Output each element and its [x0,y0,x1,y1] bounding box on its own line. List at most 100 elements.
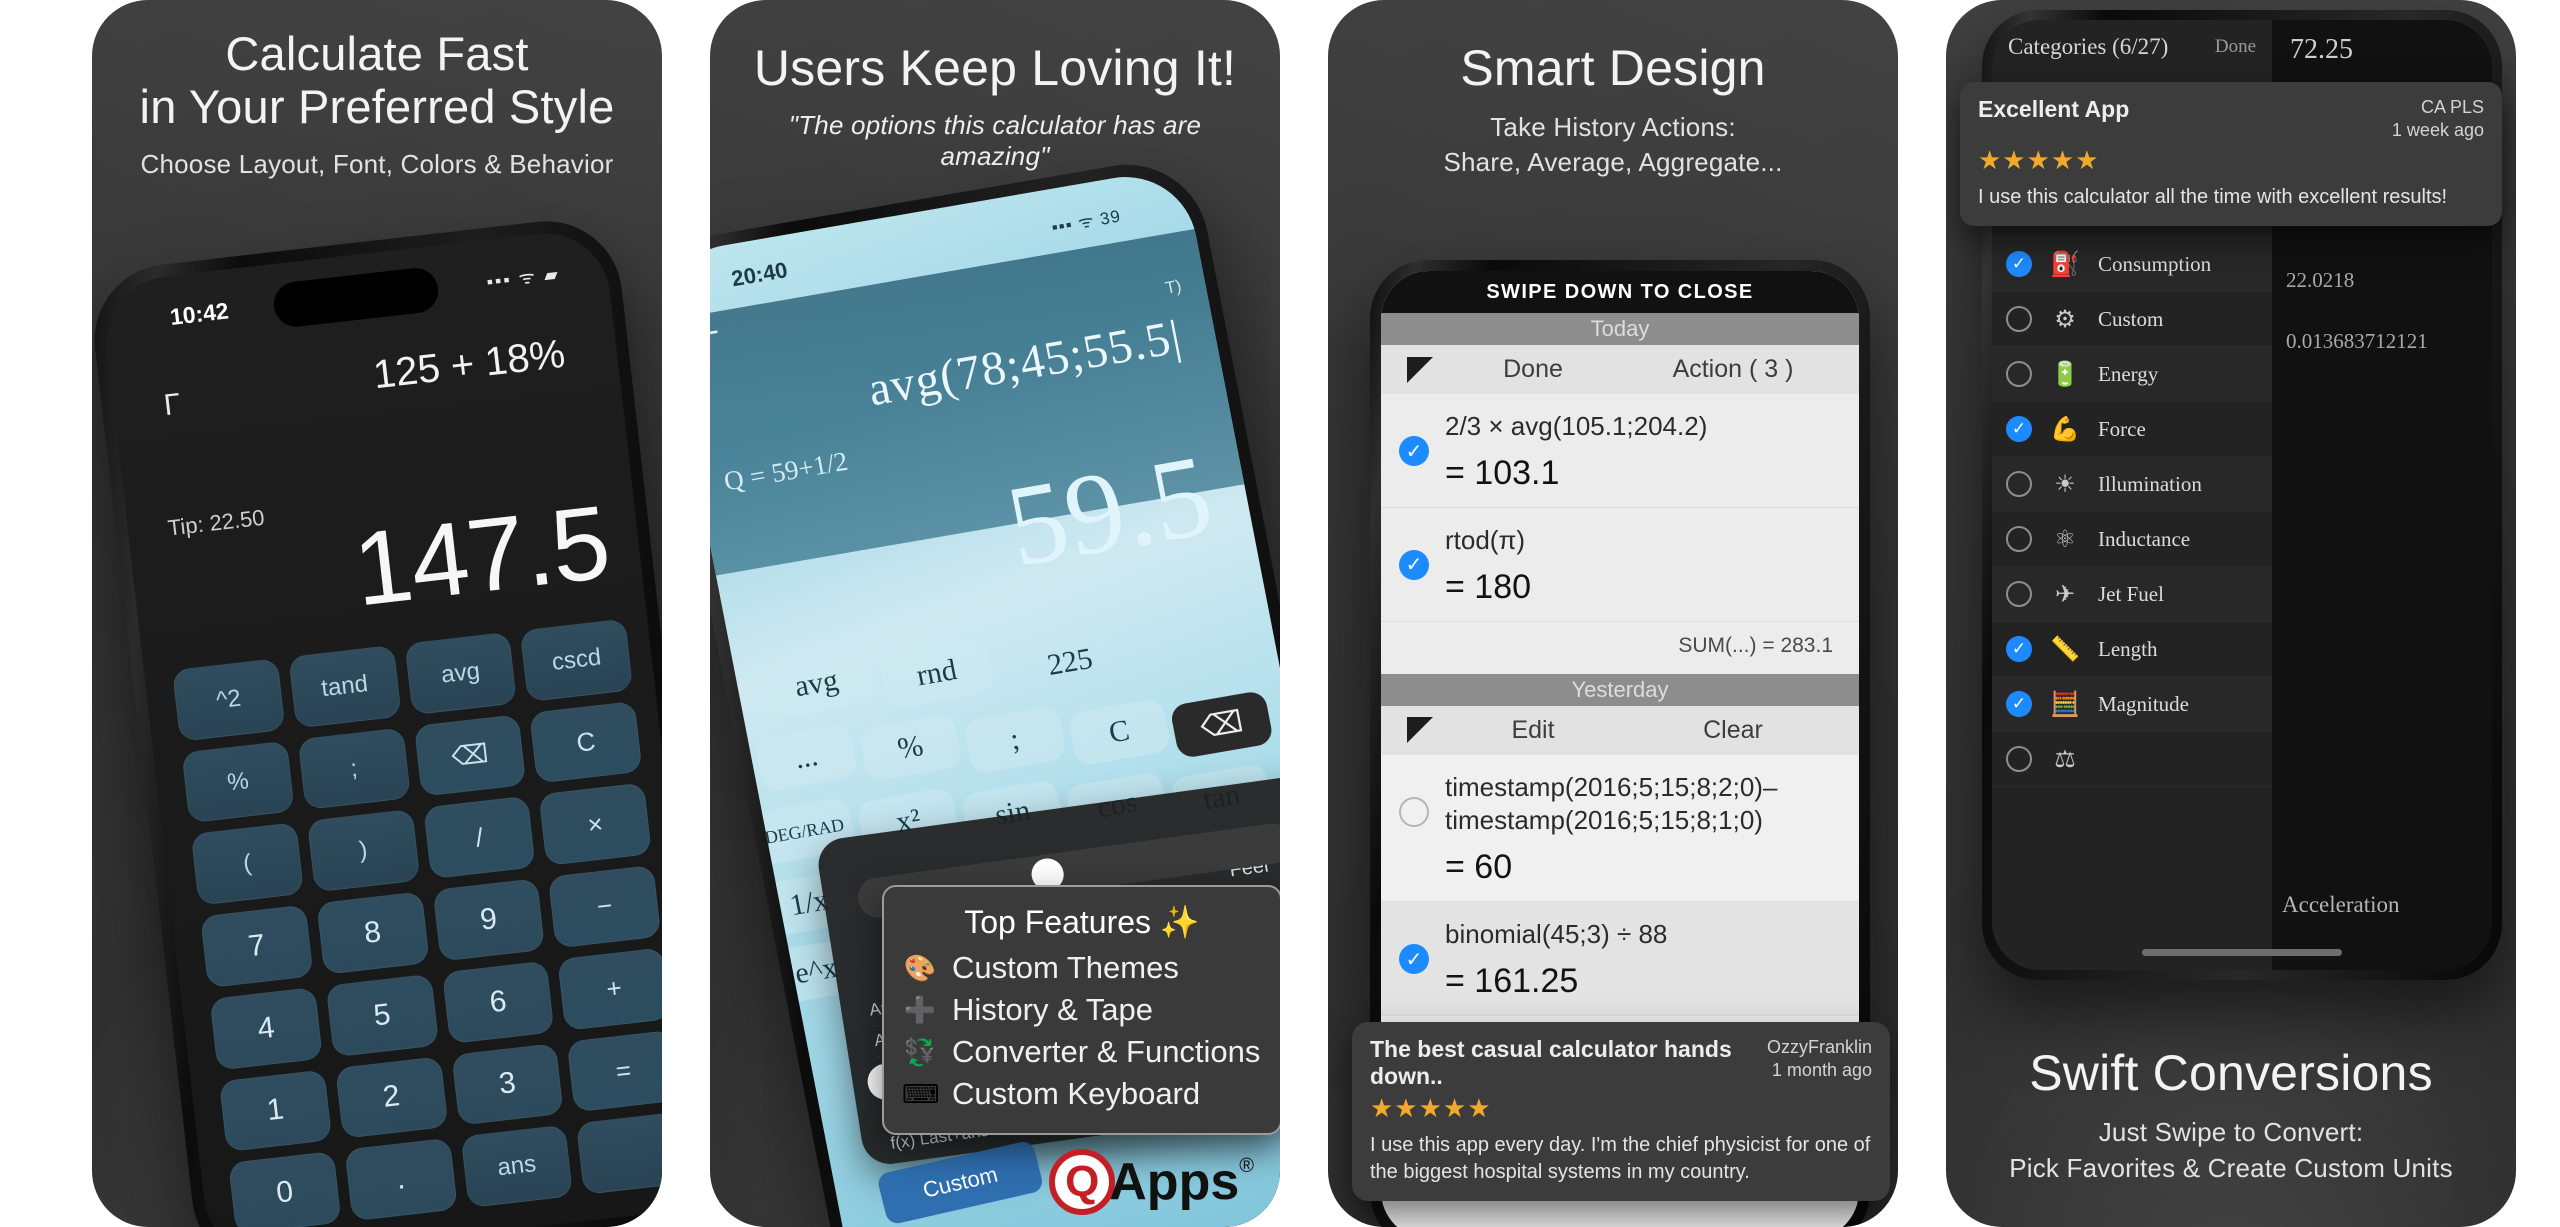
key-avg[interactable]: avg [757,647,876,721]
key-cscd[interactable]: cscd [520,618,634,702]
backspace-icon[interactable]: ⌫ [413,713,527,798]
ruler-icon: 📏 [2050,635,2080,663]
key-225[interactable]: 225 [1007,625,1134,700]
panel1-headline-line2: in Your Preferred Style [139,79,615,133]
key-9[interactable]: 9 [432,878,546,962]
key-3[interactable]: 3 [450,1042,565,1126]
key-paren-open[interactable]: ( [190,822,304,906]
feature-label: History & Tape [952,992,1154,1027]
fuel-pump-icon: ⛽ [2050,250,2080,278]
review-title: The best casual calculator hands down.. [1370,1036,1732,1089]
category-checkbox[interactable] [2006,416,2032,442]
key-7[interactable]: 7 [200,904,314,988]
key-percent[interactable]: % [181,740,295,824]
gears-icon: ⚙ [2054,305,2076,333]
swipe-down-hint[interactable]: SWIPE DOWN TO CLOSE [1381,271,1859,313]
key-0[interactable]: 0 [228,1151,342,1227]
history-row[interactable]: 2/3 × avg(105.1;204.2) = 103.1 [1381,394,1859,508]
row-checkbox[interactable] [1399,436,1429,466]
history-row[interactable]: timestamp(2016;5;15;8;2;0)– timestamp(20… [1381,754,1859,903]
key-tand[interactable]: tand [288,644,402,729]
category-checkbox[interactable] [2006,691,2032,717]
row-checkbox[interactable] [1399,944,1429,975]
category-checkbox[interactable] [2006,251,2032,277]
category-row-magnitude[interactable]: 🧮 Magnitude [1992,677,2272,732]
palette-icon: 🎨 [903,952,937,983]
categories-header: Categories (6/27) Done [1992,20,2272,72]
category-label: Jet Fuel [2098,581,2164,606]
key-blank[interactable] [576,1111,662,1195]
value-custom: 22.0218 [2286,268,2355,292]
key-4[interactable]: 4 [209,986,323,1071]
key-percent[interactable]: % [857,713,963,783]
category-checkbox[interactable] [2006,581,2032,607]
category-row-jet-fuel[interactable]: ✈ Jet Fuel [1992,567,2272,622]
feature-row-converter-functions[interactable]: 💱 Converter & Functions [902,1031,1262,1073]
history-row[interactable]: rtod(π) = 180 [1381,507,1859,622]
category-label: Magnitude [2098,691,2189,716]
status-bar-time: 10:42 [168,297,230,330]
category-checkbox[interactable] [2006,746,2032,772]
feature-label: Custom Keyboard [952,1076,1201,1111]
panel-users-keep-loving-it: Users Keep Loving It! "The options this … [710,0,1280,1227]
category-checkbox[interactable] [2006,636,2032,662]
backspace-icon[interactable]: ⌫ [1169,689,1275,760]
categories-title: Categories (6/27) [2008,34,2169,59]
day-header-yesterday: Yesterday [1381,673,1859,706]
key-8[interactable]: 8 [316,891,430,975]
feature-row-custom-themes[interactable]: 🎨 Custom Themes [902,947,1262,989]
category-row-inductance[interactable]: ⚛ Inductance [1992,512,2272,567]
key-divide[interactable]: / [422,796,536,880]
key-2[interactable]: 2 [334,1055,449,1140]
category-row-partial[interactable]: ⚖ [1992,732,2272,787]
category-checkbox[interactable] [2006,526,2032,552]
key-more[interactable]: ... [753,723,859,793]
category-checkbox[interactable] [2006,471,2032,497]
category-row-length[interactable]: 📏 Length [1992,622,2272,677]
key-minus[interactable]: − [548,865,662,949]
panel3-headline-block: Smart Design Take History Actions: Share… [1328,0,1898,180]
key-semicolon[interactable]: ; [297,727,411,811]
key-1[interactable]: 1 [218,1069,333,1153]
history-result: = 103.1 [1445,453,1560,492]
category-row-illumination[interactable]: ☀ Illumination [1992,457,2272,512]
key-clear[interactable]: C [529,700,643,784]
history-entry: 2/3 × avg(105.1;204.2) = 103.1 [1445,410,1707,493]
key-decimal[interactable]: . [344,1138,458,1222]
key-avg[interactable]: avg [404,631,518,715]
category-row-force[interactable]: 💪 Force [1992,402,2272,457]
logo-q-mark: Q [1049,1149,1116,1215]
key-rnd[interactable]: rnd [878,636,996,710]
panel3-headline-line1: Smart Design [1460,40,1766,96]
key-5[interactable]: 5 [325,973,439,1057]
history-row[interactable]: binomial(45;3) ÷ 88 = 161.25 [1381,902,1859,1016]
key-ans[interactable]: ans [460,1124,574,1209]
key-plus[interactable]: + [557,947,662,1031]
key-pow2[interactable]: ^2 [172,658,286,742]
key-equals[interactable]: = [566,1029,662,1113]
key-paren-close[interactable]: ) [306,809,420,893]
edit-button[interactable]: Edit [1433,716,1633,745]
feature-row-custom-keyboard[interactable]: ⌨ Custom Keyboard [902,1073,1262,1115]
review-meta: OzzyFranklin 1 month ago [1767,1036,1872,1081]
category-checkbox[interactable] [2006,306,2032,332]
feature-row-history-tape[interactable]: ➕ History & Tape [902,989,1262,1031]
key-6[interactable]: 6 [441,960,555,1044]
done-button[interactable]: Done [2215,36,2256,58]
flag-icon[interactable] [1407,717,1433,744]
row-checkbox[interactable] [1399,796,1429,827]
key-semicolon[interactable]: ; [962,705,1068,775]
flag-icon[interactable] [1407,356,1433,383]
key-clear[interactable]: C [1066,697,1172,767]
key-multiply[interactable]: × [538,782,652,867]
category-row-energy[interactable]: 🔋 Energy [1992,347,2272,402]
panel-smart-design: Smart Design Take History Actions: Share… [1328,0,1898,1227]
done-button[interactable]: Done [1433,355,1633,384]
clear-button[interactable]: Clear [1633,716,1833,745]
category-row-consumption[interactable]: ⛽ Consumption [1992,237,2272,292]
category-row-custom[interactable]: ⚙ Custom [1992,292,2272,347]
category-label: Custom [2098,306,2164,331]
category-checkbox[interactable] [2006,361,2032,387]
row-checkbox[interactable] [1399,549,1429,580]
action-button[interactable]: Action ( 3 ) [1633,355,1833,384]
